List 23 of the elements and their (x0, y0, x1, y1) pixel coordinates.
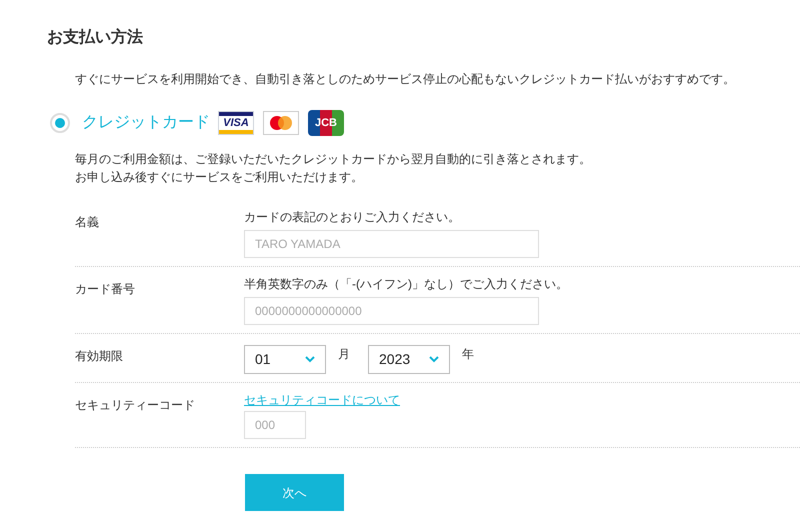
card-logo: VISA (218, 111, 254, 135)
intro-text: すぐにサービスを利用開始でき、自動引き落としのためサービス停止の心配もないクレジットカード払いがおすすめです。 (75, 71, 735, 88)
note-text: 毎月のご利用金額は、ご登録いただいたクレジットカードから翌月自動的に引き落とされます。 (75, 151, 591, 168)
radio-button[interactable] (50, 113, 70, 133)
field-label: 名義 (75, 215, 99, 229)
input-field[interactable]: 0000000000000000 (244, 297, 539, 325)
field-label: 有効期限 (75, 349, 123, 363)
select-field[interactable]: 01 (244, 345, 326, 374)
chevron-down-icon (429, 356, 439, 363)
unit-label: 月 (338, 346, 351, 363)
unit-label: 年 (462, 346, 475, 363)
note-text: お申し込み後すぐにサービスをご利用いただけます。 (75, 169, 363, 186)
card-logo (263, 111, 299, 135)
field-hint: カードの表記のとおりご入力ください。 (244, 209, 461, 226)
field-hint: 半角英数字のみ（「-(ハイフン)」なし）でご入力ください。 (244, 276, 568, 293)
field-label: セキュリティーコード (75, 398, 195, 412)
input-field[interactable]: 000 (244, 411, 306, 439)
option-label: クレジットカード (82, 113, 210, 133)
section-title: お支払い方法 (47, 27, 143, 48)
field-label: カード番号 (75, 282, 135, 296)
input-field[interactable]: TARO YAMADA (244, 230, 539, 258)
chevron-down-icon (305, 356, 315, 363)
select-field[interactable]: 2023 (368, 345, 450, 374)
